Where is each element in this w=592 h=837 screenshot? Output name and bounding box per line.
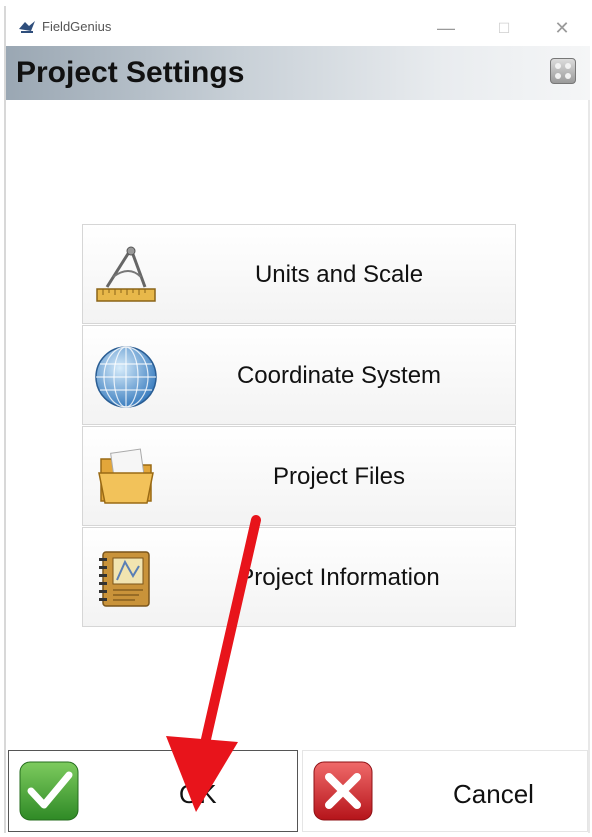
coordinate-system-button[interactable]: Coordinate System [82,325,516,425]
menu-item-label: Project Information [238,564,440,591]
menu-item-label: Project Files [272,463,406,490]
settings-menu: Units and Scale Coordinate System Projec… [82,224,516,628]
cancel-button[interactable]: Cancel [302,750,588,832]
checkmark-icon [19,761,79,821]
menu-item-label: Coordinate System [236,362,442,389]
close-button[interactable]: ✕ [542,14,582,42]
globe-icon [95,346,157,408]
units-and-scale-button[interactable]: Units and Scale [82,224,516,324]
notebook-icon [99,551,150,607]
project-files-button[interactable]: Project Files [82,426,516,526]
ok-label: OK [179,779,217,809]
page-header: Project Settings [6,46,590,100]
calculator-icon[interactable] [550,58,576,84]
maximize-button[interactable]: ☐ [484,14,524,42]
fieldgenius-logo-icon [19,21,35,33]
cancel-label: Cancel [453,779,534,809]
x-icon [313,761,373,821]
project-information-button[interactable]: Project Information [82,527,516,627]
ok-button[interactable]: OK [8,750,298,832]
dialog-footer: OK Cancel [6,750,590,833]
title-bar: FieldGenius — ☐ ✕ [6,6,590,46]
folder-icon [98,448,154,504]
app-title: FieldGenius [42,19,112,34]
menu-item-label: Units and Scale [254,261,424,288]
page-title: Project Settings [16,56,245,89]
compass-ruler-icon [96,246,156,302]
minimize-button[interactable]: — [426,14,466,42]
